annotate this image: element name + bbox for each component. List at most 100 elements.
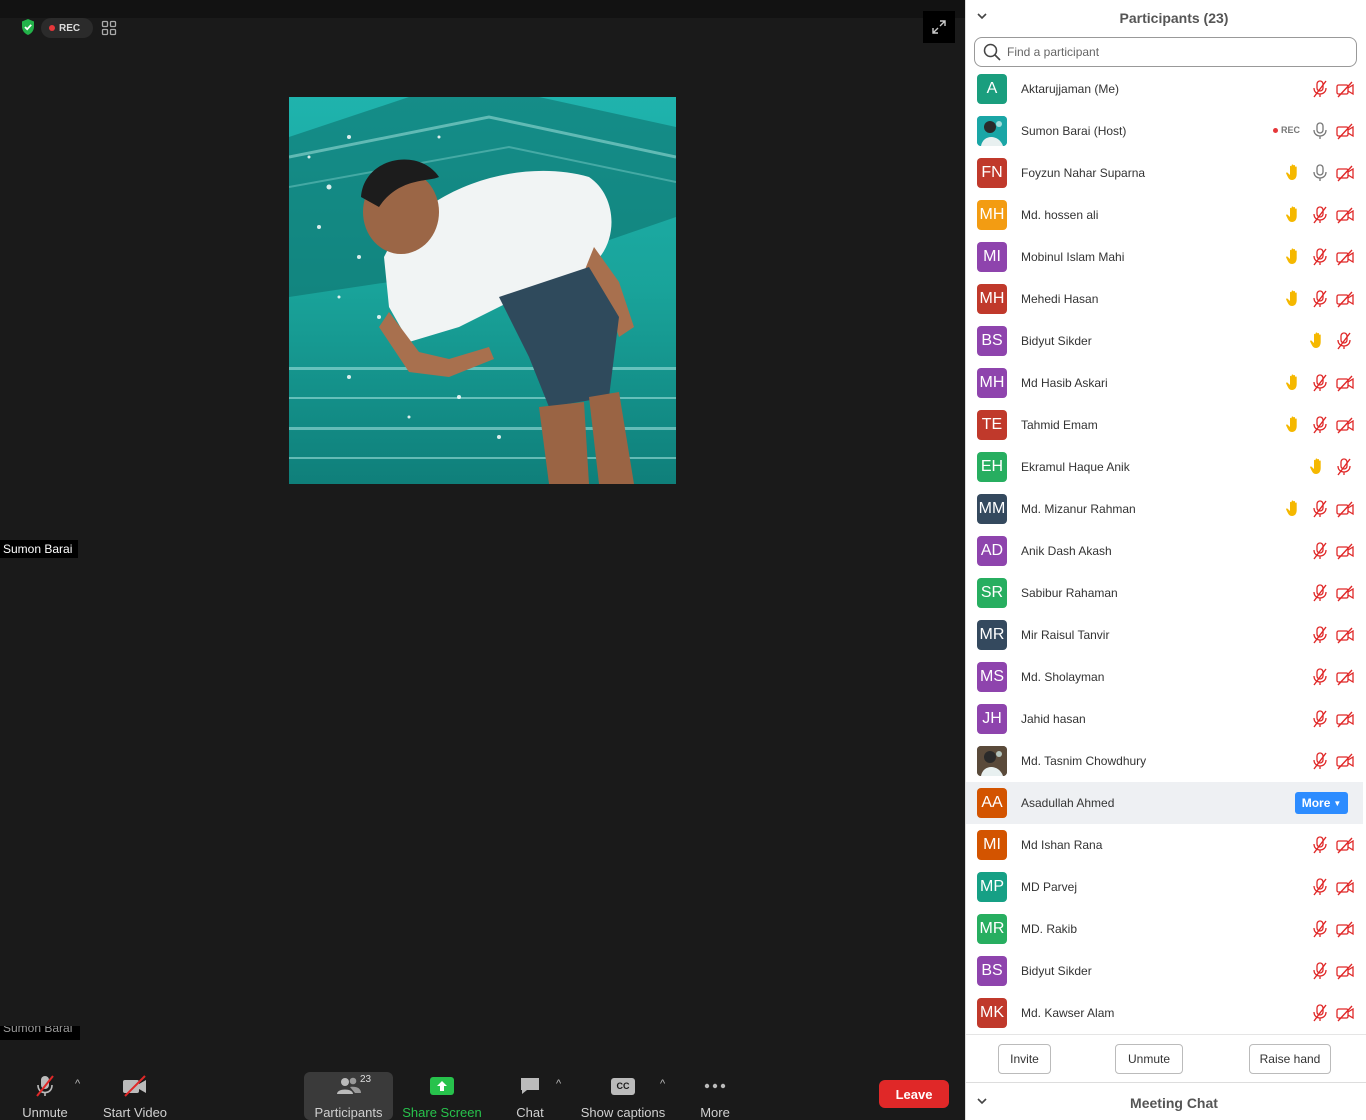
participant-row[interactable]: AD Anik Dash Akash xyxy=(966,530,1363,572)
participant-row[interactable]: MS Md. Sholayman xyxy=(966,656,1363,698)
participant-row[interactable]: TE Tahmid Emam xyxy=(966,404,1363,446)
captions-options-chevron-icon[interactable]: ^ xyxy=(660,1078,665,1090)
microphone-muted-icon xyxy=(1313,962,1327,980)
meeting-top-bar xyxy=(0,0,965,18)
video-name-label: Sumon Barai xyxy=(0,540,79,558)
avatar: MH xyxy=(977,284,1007,314)
find-participant-search[interactable] xyxy=(974,37,1357,67)
participant-name: Md. Kawser Alam xyxy=(1021,1006,1115,1020)
fullscreen-button[interactable] xyxy=(923,11,955,43)
participant-row[interactable]: FN Foyzun Nahar Suparna xyxy=(966,152,1363,194)
unmute-label: Unmute xyxy=(22,1105,68,1120)
participant-name: Sumon Barai (Host) xyxy=(1021,124,1127,138)
video-off-icon xyxy=(1336,837,1354,854)
participant-name: Asadullah Ahmed xyxy=(1021,796,1115,810)
recording-indicator[interactable]: REC xyxy=(41,18,93,38)
audio-options-chevron-icon[interactable]: ^ xyxy=(75,1078,80,1090)
participant-name: Bidyut Sikder xyxy=(1021,334,1092,348)
raise-hand-button[interactable]: Raise hand xyxy=(1249,1044,1331,1074)
participant-row[interactable]: MI Mobinul Islam Mahi xyxy=(966,236,1363,278)
participant-name: Tahmid Emam xyxy=(1021,418,1098,432)
participants-icon xyxy=(336,1077,361,1094)
start-video-button[interactable]: Start Video xyxy=(100,1068,170,1120)
leave-button[interactable]: Leave xyxy=(879,1080,949,1108)
microphone-muted-icon xyxy=(1313,584,1327,602)
participant-row[interactable]: BS Bidyut Sikder xyxy=(966,320,1363,362)
participant-row[interactable]: A Aktarujjaman (Me) xyxy=(966,68,1363,110)
participants-panel: Participants (23) A Aktarujjaman (Me) Sumo… xyxy=(965,0,1366,1120)
participant-row[interactable]: EH Ekramul Haque Anik xyxy=(966,446,1363,488)
microphone-muted-icon xyxy=(1313,374,1327,392)
share-screen-icon xyxy=(430,1077,454,1095)
participant-row[interactable]: MH Md. hossen ali xyxy=(966,194,1363,236)
microphone-muted-icon xyxy=(1313,836,1327,854)
raised-hand-icon xyxy=(1286,248,1297,264)
participant-row[interactable]: MH Md Hasib Askari xyxy=(966,362,1363,404)
participant-row[interactable]: MI Md Ishan Rana xyxy=(966,824,1363,866)
chat-button[interactable]: Chat xyxy=(510,1068,550,1120)
microphone-muted-icon xyxy=(1313,626,1327,644)
more-button[interactable]: More xyxy=(694,1068,736,1120)
video-off-icon xyxy=(1336,249,1354,266)
video-off-icon xyxy=(1336,501,1354,518)
video-off-icon xyxy=(123,1075,146,1097)
participant-name: Md. hossen ali xyxy=(1021,208,1099,222)
participant-profile-photo xyxy=(289,97,676,484)
raised-hand-icon xyxy=(1286,500,1297,516)
participants-button[interactable]: 23 Participants xyxy=(304,1072,393,1120)
chat-options-chevron-icon[interactable]: ^ xyxy=(556,1078,561,1090)
share-screen-label: Share Screen xyxy=(402,1105,482,1120)
microphone-muted-icon xyxy=(1337,332,1351,350)
microphone-muted-icon xyxy=(1313,668,1327,686)
participant-name: MD Parvej xyxy=(1021,880,1078,894)
microphone-icon xyxy=(1313,122,1327,139)
avatar: BS xyxy=(977,326,1007,356)
participant-list: A Aktarujjaman (Me) Sumon Barai (Host) REC F… xyxy=(966,68,1366,1034)
participant-name: Mir Raisul Tanvir xyxy=(1021,628,1110,642)
video-off-icon xyxy=(1336,879,1354,896)
video-off-icon xyxy=(1336,165,1354,182)
unmute-self-button[interactable]: Unmute xyxy=(1115,1044,1183,1074)
participant-name: Mehedi Hasan xyxy=(1021,292,1099,306)
raised-hand-icon xyxy=(1286,374,1297,390)
avatar: MI xyxy=(977,242,1007,272)
find-participant-input[interactable] xyxy=(1007,45,1347,59)
meeting-chat-header[interactable]: Meeting Chat xyxy=(966,1082,1366,1120)
participant-row[interactable]: MM Md. Mizanur Rahman xyxy=(966,488,1363,530)
show-captions-label: Show captions xyxy=(580,1105,666,1120)
microphone-muted-icon xyxy=(1313,248,1327,266)
microphone-muted-icon xyxy=(1313,416,1327,434)
participant-row[interactable]: BS Bidyut Sikder xyxy=(966,950,1363,992)
video-off-icon xyxy=(1336,543,1354,560)
participant-row[interactable]: MP MD Parvej xyxy=(966,866,1363,908)
invite-button[interactable]: Invite xyxy=(998,1044,1051,1074)
avatar: SR xyxy=(977,578,1007,608)
participant-row[interactable]: MR MD. Rakib xyxy=(966,908,1363,950)
security-shield-icon[interactable] xyxy=(20,18,36,36)
video-off-icon xyxy=(1336,207,1354,224)
share-screen-button[interactable]: Share Screen xyxy=(402,1068,482,1120)
participant-row[interactable]: AA Asadullah Ahmed More ▼ xyxy=(966,782,1363,824)
microphone-muted-icon xyxy=(1313,878,1327,896)
participant-row[interactable]: JH Jahid hasan xyxy=(966,698,1363,740)
show-captions-button[interactable]: CC Show captions xyxy=(578,1068,668,1120)
video-off-icon xyxy=(1336,963,1354,980)
participant-more-button[interactable]: More ▼ xyxy=(1295,792,1348,814)
avatar: EH xyxy=(977,452,1007,482)
microphone-muted-icon xyxy=(1313,206,1327,224)
unmute-button[interactable]: Unmute xyxy=(16,1068,74,1120)
participants-panel-actions: Invite Unmute Raise hand xyxy=(966,1034,1366,1082)
participant-row[interactable]: Md. Tasnim Chowdhury xyxy=(966,740,1363,782)
view-grid-icon[interactable] xyxy=(101,20,117,36)
raised-hand-icon xyxy=(1310,458,1321,474)
participant-row[interactable]: MK Md. Kawser Alam xyxy=(966,992,1363,1034)
microphone-muted-icon xyxy=(1313,500,1327,518)
avatar: MH xyxy=(977,200,1007,230)
participants-panel-title: Participants (23) xyxy=(1119,10,1229,26)
participant-row[interactable]: MR Mir Raisul Tanvir xyxy=(966,614,1363,656)
participant-row[interactable]: SR Sabibur Rahaman xyxy=(966,572,1363,614)
search-icon xyxy=(983,43,1001,61)
video-off-icon xyxy=(1336,711,1354,728)
participant-row[interactable]: MH Mehedi Hasan xyxy=(966,278,1363,320)
participant-row[interactable]: Sumon Barai (Host) REC xyxy=(966,110,1363,152)
